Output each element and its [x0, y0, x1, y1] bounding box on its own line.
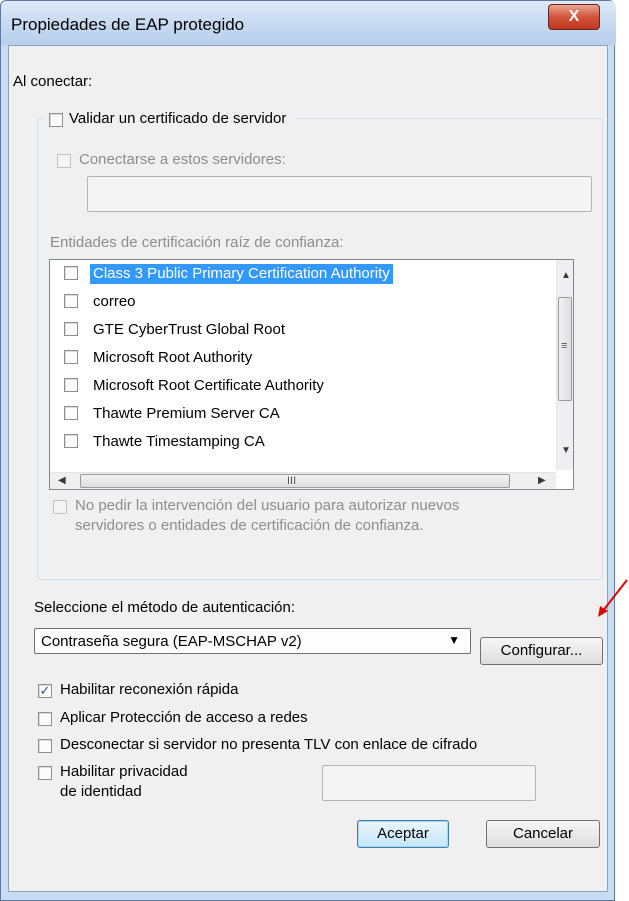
ca-checkbox[interactable] — [64, 406, 78, 420]
ca-checkbox[interactable] — [64, 294, 78, 308]
ca-list-item[interactable]: GTE CyberTrust Global Root — [50, 316, 560, 344]
ca-label: correo — [93, 293, 136, 310]
annotation-arrow-icon — [598, 579, 628, 617]
auth-method-label: Seleccione el método de autenticación: — [34, 599, 296, 616]
fast-reconnect-label: Habilitar reconexión rápida — [60, 681, 239, 698]
ca-checkbox[interactable] — [64, 322, 78, 336]
auth-method-value: Contraseña segura (EAP-MSCHAP v2) — [41, 633, 302, 650]
window-title: Propiedades de EAP protegido — [11, 15, 245, 34]
validate-cert-checkbox[interactable] — [49, 113, 63, 127]
ca-list-item[interactable]: correo — [50, 288, 560, 316]
ca-list-item[interactable]: Class 3 Public Primary Certification Aut… — [50, 260, 560, 288]
scroll-right-icon[interactable]: ▶ — [538, 475, 546, 486]
validate-cert-option[interactable]: Validar un certificado de servidor Valid… — [45, 109, 297, 131]
identity-privacy-label-line2: de identidad — [60, 783, 142, 800]
horizontal-scrollbar[interactable]: ◀ III ▶ — [50, 472, 556, 489]
identity-privacy-label-line1: Habilitar privacidad — [60, 763, 188, 780]
ca-list-item[interactable]: Microsoft Root Authority — [50, 344, 560, 372]
horizontal-scroll-thumb[interactable]: III — [80, 474, 510, 488]
chevron-down-icon: ▼ — [448, 633, 460, 647]
cancel-button[interactable]: Cancelar — [486, 820, 600, 848]
disconnect-tlv-label: Desconectar si servidor no presenta TLV … — [60, 736, 478, 753]
vertical-scrollbar[interactable]: ▲ ≡ ▼ — [556, 260, 573, 470]
ca-checkbox[interactable] — [64, 434, 78, 448]
scroll-left-icon[interactable]: ◀ — [58, 475, 66, 486]
validate-cert-label: Validar un certificado de servidor — [69, 110, 287, 127]
ca-checkbox[interactable] — [64, 350, 78, 364]
trusted-ca-label: Entidades de certificación raíz de confi… — [50, 234, 344, 251]
ca-list-item[interactable]: Thawte Premium Server CA — [50, 400, 560, 428]
servers-input[interactable] — [87, 176, 592, 212]
close-button[interactable]: X — [548, 4, 600, 30]
dialog-client-area: Al conectar: Validar un certificado de s… — [8, 45, 608, 892]
ca-label: Thawte Timestamping CA — [93, 433, 265, 450]
no-prompt-checkbox[interactable] — [53, 500, 67, 514]
ca-checkbox[interactable] — [64, 266, 78, 280]
identity-input[interactable] — [322, 765, 536, 801]
ca-label: GTE CyberTrust Global Root — [93, 321, 286, 338]
connect-servers-label: Conectarse a estos servidores: — [79, 151, 286, 168]
no-prompt-label-line1: No pedir la intervención del usuario par… — [75, 497, 460, 514]
ca-label: Class 3 Public Primary Certification Aut… — [90, 264, 393, 284]
grip-icon: III — [287, 475, 297, 487]
scroll-up-icon[interactable]: ▲ — [561, 270, 571, 281]
ca-label: Thawte Premium Server CA — [93, 405, 280, 422]
connect-servers-checkbox[interactable] — [57, 154, 71, 168]
fast-reconnect-checkbox[interactable]: ✓ — [38, 684, 52, 698]
configure-button[interactable]: Configurar... — [480, 637, 603, 665]
identity-privacy-checkbox[interactable] — [38, 766, 52, 780]
scroll-down-icon[interactable]: ▼ — [561, 445, 571, 456]
title-bar[interactable]: Propiedades de EAP protegido X — [1, 1, 616, 45]
ca-list-item[interactable]: Thawte Timestamping CA — [50, 428, 560, 456]
ca-checkbox[interactable] — [64, 378, 78, 392]
nap-label: Aplicar Protección de acceso a redes — [60, 709, 308, 726]
no-prompt-label-line2: servidores o entidades de certificación … — [75, 517, 424, 534]
ok-button[interactable]: Aceptar — [357, 820, 449, 848]
on-connect-heading: Al conectar: — [13, 73, 93, 90]
vertical-scroll-thumb[interactable]: ≡ — [558, 297, 572, 401]
grip-icon: ≡ — [561, 340, 568, 352]
ca-label: Microsoft Root Authority — [93, 349, 253, 366]
dialog-window: Propiedades de EAP protegido X Al conect… — [0, 0, 616, 901]
trusted-ca-listbox[interactable]: Class 3 Public Primary Certification Aut… — [49, 259, 574, 490]
auth-method-select[interactable]: Contraseña segura (EAP-MSCHAP v2) ▼ — [34, 628, 471, 654]
ca-list-item[interactable]: Microsoft Root Certificate Authority — [50, 372, 560, 400]
ca-label: Microsoft Root Certificate Authority — [93, 377, 324, 394]
nap-checkbox[interactable] — [38, 712, 52, 726]
disconnect-tlv-checkbox[interactable] — [38, 739, 52, 753]
